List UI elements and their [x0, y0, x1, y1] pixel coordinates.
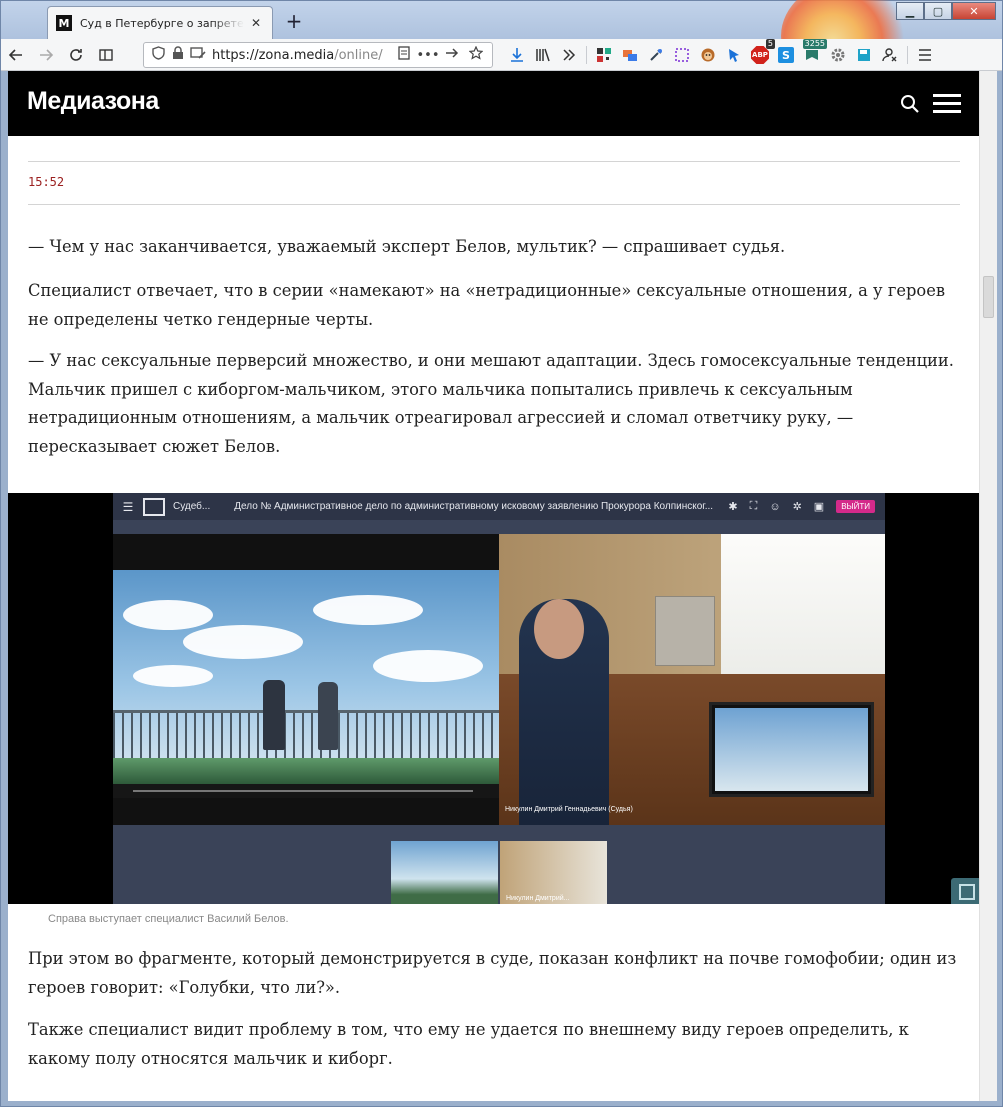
vertical-scrollbar[interactable] [979, 71, 997, 1101]
vc-menu-icon: ☰ [122, 499, 134, 514]
library-icon[interactable] [530, 42, 556, 68]
article-paragraph: Специалист отвечает, что в серии «намека… [28, 281, 946, 329]
s-extension-icon[interactable]: S [773, 42, 799, 68]
article-paragraph: — Чем у нас заканчивается, уважаемый экс… [28, 237, 786, 256]
downloads-icon[interactable] [504, 42, 530, 68]
monkey-extension-icon[interactable] [695, 42, 721, 68]
post-timestamp: 15:52 [28, 175, 65, 189]
qr-code-icon[interactable] [591, 42, 617, 68]
new-tab-button[interactable]: + [283, 11, 305, 33]
vc-courtroom-frame: Никулин Дмитрий Геннадьевич (Судья) [499, 534, 885, 825]
vc-speaker-name: Никулин Дмитрий Геннадьевич (Судья) [505, 806, 633, 813]
window-controls: ▁ ▢ ✕ [896, 2, 996, 20]
minimize-button[interactable]: ▁ [896, 2, 924, 20]
tab-close-icon[interactable]: ✕ [248, 15, 264, 31]
permissions-icon[interactable] [188, 46, 208, 64]
photo-caption: Справа выступает специалист Василий Бело… [48, 913, 289, 925]
save-floppy-icon[interactable] [851, 42, 877, 68]
counter-badge: 3255 [802, 39, 827, 49]
user-shield-icon[interactable] [877, 42, 903, 68]
browser-window: M Суд в Петербурге о запрете аниме ✕ + ▁… [0, 0, 1003, 1107]
vc-lock-icon: ▣ [813, 501, 825, 513]
url-text: https://zona.media/online/ [212, 48, 392, 63]
cursor-extension-icon[interactable] [721, 42, 747, 68]
arrow-right-icon [40, 48, 54, 61]
vc-settings-icon: ✲ [792, 501, 802, 513]
screenshot-selection-icon[interactable] [669, 42, 695, 68]
maximize-button[interactable]: ▢ [924, 2, 952, 20]
vc-thumbnail [391, 841, 498, 904]
article-paragraph: При этом во фрагменте, который демонстри… [28, 949, 957, 997]
reload-button[interactable] [61, 41, 91, 69]
eyedropper-icon[interactable] [643, 42, 669, 68]
search-icon[interactable] [899, 93, 921, 115]
vc-case-title: Дело № Административное дело по админист… [234, 501, 714, 512]
menu-icon[interactable] [933, 94, 961, 114]
url-path: /online/ [334, 47, 383, 63]
page-viewport: Медиазона 15:52 — Чем у нас заканчиваетс… [8, 71, 979, 1101]
hamburger-menu-icon[interactable] [912, 42, 938, 68]
adblock-plus-icon[interactable]: ABP 5 [747, 39, 775, 68]
vc-thumbnail: Никулин Дмитрий... [500, 841, 607, 904]
forward-button[interactable] [31, 41, 61, 69]
gear-icon[interactable] [825, 42, 851, 68]
mediazona-favicon-icon: M [56, 15, 72, 31]
vc-fullscreen-icon: ⛶ [749, 500, 758, 512]
vc-participants-icon: ☺ [769, 500, 781, 513]
divider [28, 161, 960, 162]
vc-puzzle-icon: ✱ [728, 501, 738, 513]
vc-anime-frame [113, 534, 499, 825]
back-button[interactable] [1, 41, 31, 69]
vc-logo [143, 497, 165, 516]
tracking-shield-icon[interactable] [148, 46, 168, 64]
navigation-toolbar: https://zona.media/online/ ••• ABP 5 S 3… [1, 39, 1002, 71]
tab-strip: M Суд в Петербурге о запрете аниме ✕ + ▁… [1, 0, 1002, 91]
tab-active[interactable]: M Суд в Петербурге о запрете аниме ✕ [47, 6, 273, 39]
arrow-left-icon [8, 48, 22, 61]
counter-extension-icon[interactable]: 3255 [799, 39, 827, 68]
vc-exit-label: ВЫЙТИ [836, 500, 875, 513]
extensions-toolbar: ABP 5 S 3255 [504, 39, 938, 68]
overflow-chevron-icon[interactable] [556, 42, 582, 68]
reader-view-icon[interactable] [392, 46, 416, 64]
vc-thumbnails: Никулин Дмитрий... [391, 841, 609, 904]
site-header: Медиазона [8, 71, 979, 136]
article-paragraph: Также специалист видит проблему в том, ч… [28, 1020, 909, 1068]
toolbar-separator [586, 46, 587, 64]
vc-toolbar: ☰ Судеб... Дело № Административное дело … [113, 493, 885, 520]
close-window-button[interactable]: ✕ [952, 2, 996, 20]
sidebar-toggle-button[interactable] [91, 41, 121, 69]
divider [28, 204, 960, 205]
vc-court-label: Судеб... [173, 501, 211, 512]
site-logo[interactable]: Медиазона [27, 87, 159, 116]
lock-icon[interactable] [168, 46, 188, 64]
toolbar-separator [907, 46, 908, 64]
sidebar-icon [99, 48, 113, 61]
page-actions-button[interactable]: ••• [416, 48, 440, 63]
tab-title: Суд в Петербурге о запрете аниме [80, 16, 244, 30]
vc-tools: ✱ ⛶ ☺ ✲ ▣ ВЫЙТИ [716, 500, 875, 513]
reload-icon [70, 48, 82, 61]
bookmark-star-icon[interactable] [464, 45, 488, 64]
video-conference-screenshot: ☰ Судеб... Дело № Административное дело … [113, 493, 885, 904]
send-tab-icon[interactable] [440, 46, 464, 64]
url-bar[interactable]: https://zona.media/online/ ••• [143, 42, 493, 68]
corner-logo-icon [951, 878, 979, 904]
translate-extension-icon[interactable] [617, 42, 643, 68]
vc-thumbnail-label: Никулин Дмитрий... [506, 895, 570, 902]
article-photo: ☰ Судеб... Дело № Административное дело … [8, 493, 979, 904]
article-paragraph: — У нас сексуальные перверсий множество,… [28, 351, 954, 456]
scrollbar-thumb[interactable] [983, 276, 994, 318]
url-host: https://zona.media [212, 47, 335, 63]
